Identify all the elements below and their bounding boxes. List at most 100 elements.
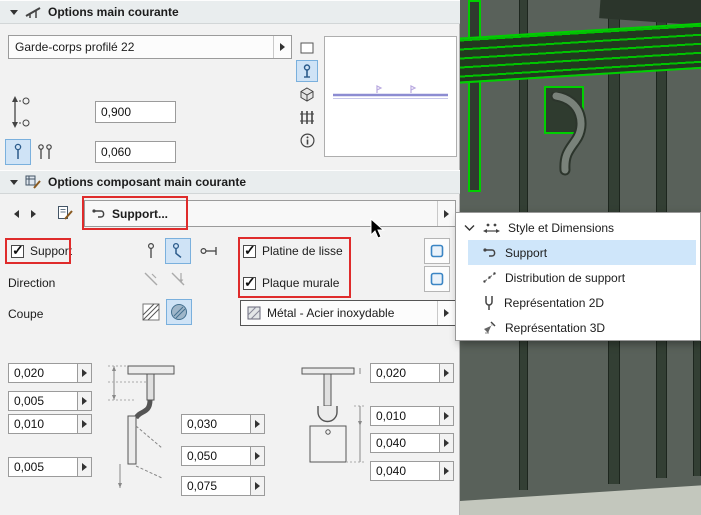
rail-height-input[interactable] — [95, 101, 176, 123]
profile-dropdown[interactable]: Garde-corps profilé 22 — [8, 35, 292, 59]
support-single-button[interactable] — [5, 139, 31, 165]
component-selector-dropdown[interactable]: Support... — [84, 200, 456, 227]
dim-left-3-flyout-button[interactable] — [78, 414, 92, 434]
popup-item-representation-2d[interactable]: Représentation 2D — [456, 290, 700, 315]
support-side-view-diagram — [108, 365, 175, 488]
popup-item-representation-3d[interactable]: Représentation 3D — [456, 315, 700, 340]
dim-left-2-input[interactable] — [8, 391, 78, 411]
dim-field-row — [8, 414, 92, 434]
preview-mode-rail-button[interactable] — [296, 106, 318, 128]
preview-mode-plan-button[interactable] — [296, 37, 318, 59]
popup-item-support[interactable]: Support — [456, 240, 700, 265]
preview-mode-3d-button[interactable] — [296, 83, 318, 105]
popup-item-label: Représentation 3D — [505, 320, 606, 335]
collapse-arrow-icon[interactable] — [10, 9, 18, 15]
chevron-down-icon[interactable] — [464, 224, 475, 232]
top-plate-square-shape-button[interactable] — [424, 238, 450, 264]
material-swatch-icon — [247, 306, 261, 320]
dim-field-row — [181, 414, 265, 434]
popup-item-distribution-de-support[interactable]: Distribution de support — [456, 265, 700, 290]
support-checkbox-label: Support — [30, 244, 73, 258]
dim-field-row — [370, 363, 454, 383]
dim-left-4-input[interactable] — [8, 457, 78, 477]
checkbox-box[interactable] — [243, 242, 256, 259]
popup-header-style-et-dimensions[interactable]: Style et Dimensions — [456, 215, 700, 240]
dim-mid-2-flyout-button[interactable] — [251, 446, 265, 466]
dim-left-2-flyout-button[interactable] — [78, 391, 92, 411]
direction-perpendicular-button[interactable] — [138, 266, 164, 292]
dim-field-row — [181, 446, 265, 466]
support-icon — [91, 207, 106, 221]
dim-right-2-flyout-button[interactable] — [440, 406, 454, 426]
direction-vertical-button[interactable] — [165, 266, 191, 292]
support-checkbox[interactable]: Support — [11, 242, 73, 259]
section-title: Options main courante — [48, 5, 179, 19]
dim-field-row — [8, 363, 92, 383]
next-component-button[interactable] — [25, 203, 41, 225]
material-dropdown[interactable]: Métal - Acier inoxydable — [240, 300, 456, 326]
dim-field-row — [370, 406, 454, 426]
dim-right-4-flyout-button[interactable] — [440, 461, 454, 481]
material-dropdown-value: Métal - Acier inoxydable — [267, 306, 395, 320]
checkbox-box[interactable] — [243, 274, 256, 291]
section-title: Options composant main courante — [48, 175, 247, 189]
support-icon — [482, 246, 497, 259]
profile-dropdown-value: Garde-corps profilé 22 — [15, 40, 135, 54]
baluster-selected[interactable] — [468, 0, 481, 192]
cut-fill-solid-button[interactable] — [166, 299, 192, 325]
floor[interactable] — [460, 485, 701, 515]
handrail-icon — [25, 5, 41, 19]
checkbox-box[interactable] — [11, 242, 24, 259]
plaque-checkbox-label: Plaque murale — [262, 276, 340, 290]
plaque-murale-checkbox[interactable]: Plaque murale — [243, 274, 340, 291]
cut-fill-hatch-button[interactable] — [138, 299, 164, 325]
preview-mode-elevation-button[interactable] — [296, 60, 318, 82]
popup-item-label: Distribution de support — [505, 270, 626, 285]
dim-left-4-flyout-button[interactable] — [78, 457, 92, 477]
dim-field-row — [8, 391, 92, 411]
flyout-arrow-icon[interactable] — [437, 301, 449, 325]
dim-mid-2-input[interactable] — [181, 446, 251, 466]
profile-preview — [324, 36, 457, 157]
dim-field-row — [370, 433, 454, 453]
popup-item-label: Représentation 2D — [504, 295, 605, 310]
baluster[interactable] — [693, 338, 701, 476]
dim-left-3-input[interactable] — [8, 414, 78, 434]
dim-right-1-input[interactable] — [370, 363, 440, 383]
popup-header-label: Style et Dimensions — [508, 220, 615, 235]
dim-right-3-flyout-button[interactable] — [440, 433, 454, 453]
rail-profile-drawing — [333, 85, 448, 99]
info-icon[interactable] — [296, 129, 318, 151]
flyout-arrow-icon[interactable] — [437, 201, 449, 226]
component-selector-popup-menu: Style et Dimensions Support Distribution… — [455, 212, 701, 341]
flyout-arrow-icon[interactable] — [273, 36, 285, 58]
support-horizontal-button[interactable] — [196, 238, 222, 264]
edit-component-icon-button[interactable] — [52, 200, 78, 226]
dim-mid-1-input[interactable] — [181, 414, 251, 434]
dim-right-4-input[interactable] — [370, 461, 440, 481]
section-header-composant[interactable]: Options composant main courante — [0, 170, 460, 194]
style-dimensions-icon — [483, 221, 500, 235]
dim-mid-1-flyout-button[interactable] — [251, 414, 265, 434]
dim-field-row — [8, 457, 92, 477]
support-double-button[interactable] — [32, 139, 58, 165]
support-hook[interactable] — [548, 92, 598, 177]
section-header-main-courante[interactable]: Options main courante — [0, 0, 460, 24]
support-vertical-button[interactable] — [138, 238, 164, 264]
dim-left-1-input[interactable] — [8, 363, 78, 383]
dim-right-2-input[interactable] — [370, 406, 440, 426]
previous-component-button[interactable] — [8, 203, 24, 225]
support-offset-input[interactable] — [95, 141, 176, 163]
collapse-arrow-icon[interactable] — [10, 179, 18, 185]
settings-panel: Options main courante Garde-corps profil… — [0, 0, 472, 515]
dim-left-1-flyout-button[interactable] — [78, 363, 92, 383]
support-angled-button[interactable] — [165, 238, 191, 264]
dim-right-1-flyout-button[interactable] — [440, 363, 454, 383]
wall-plate-square-shape-button[interactable] — [424, 266, 450, 292]
dim-mid-3-flyout-button[interactable] — [251, 476, 265, 496]
platine-de-lisse-checkbox[interactable]: Platine de lisse — [243, 242, 343, 259]
direction-label: Direction — [8, 276, 56, 290]
dim-right-3-input[interactable] — [370, 433, 440, 453]
dim-field-row — [370, 461, 454, 481]
dim-mid-3-input[interactable] — [181, 476, 251, 496]
